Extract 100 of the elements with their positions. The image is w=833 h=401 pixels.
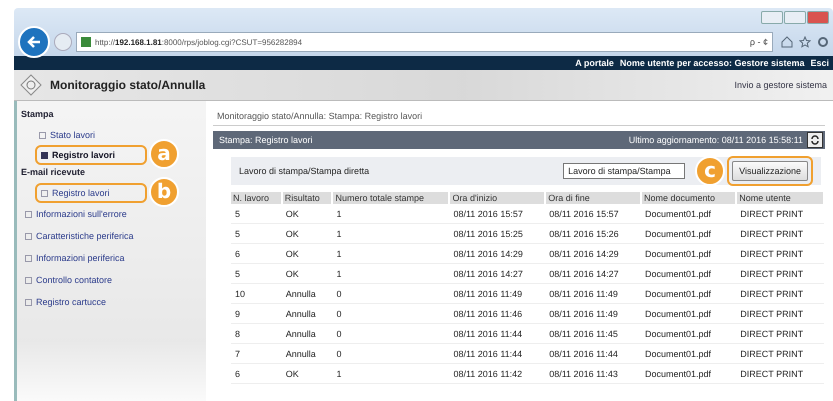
table-cell: DIRECT PRINT: [736, 364, 824, 384]
star-icon[interactable]: [799, 36, 811, 48]
table-cell: DIRECT PRINT: [736, 284, 824, 304]
table-cell: Document01.pdf: [640, 244, 736, 264]
table-cell: 0: [332, 324, 450, 344]
sidebar-item[interactable]: Informazioni sull'errore: [21, 206, 131, 222]
table-cell: 08/11 2016 11:44: [449, 344, 546, 364]
table-cell: DIRECT PRINT: [736, 344, 824, 364]
table-cell: Document01.pdf: [640, 224, 736, 244]
sidebar-section-title: E-mail ricevute: [21, 167, 86, 177]
table-cell: OK: [282, 204, 332, 224]
table-cell: 08/11 2016 14:29: [449, 244, 546, 264]
sidebar-section-title: Stampa: [21, 109, 55, 119]
sidebar-item[interactable]: Registro cartucce: [21, 294, 110, 310]
view-button[interactable]: Visualizzazione: [732, 161, 808, 181]
sidebar-item[interactable]: Caratteristiche periferica: [21, 228, 138, 244]
table-cell: DIRECT PRINT: [736, 204, 824, 224]
column-header: N. lavoro: [231, 192, 282, 204]
table-cell: Document01.pdf: [640, 364, 736, 384]
table-cell: 08/11 2016 11:45: [545, 324, 641, 344]
table-cell: 0: [332, 344, 450, 364]
table-cell: 8: [231, 324, 282, 344]
table-cell: DIRECT PRINT: [736, 304, 824, 324]
left-arrow-icon: [26, 34, 42, 50]
callout-badge: a: [149, 139, 179, 169]
top-bar-link[interactable]: Nome utente per accesso: Gestore sistema: [620, 58, 804, 68]
table-cell: 1: [332, 364, 450, 384]
table-cell: OK: [282, 244, 332, 264]
table-cell: OK: [282, 264, 332, 284]
sidebar-item[interactable]: Informazioni periferica: [21, 250, 129, 266]
bullet-icon: [25, 254, 32, 262]
table-cell: DIRECT PRINT: [736, 324, 824, 344]
table-cell: 08/11 2016 14:29: [545, 244, 641, 264]
search-refresh-text[interactable]: ρ - ¢: [750, 37, 768, 47]
sidebar-item[interactable]: Registro lavori: [35, 183, 147, 203]
home-icon[interactable]: [781, 36, 793, 48]
table-cell: 10: [231, 284, 282, 304]
table-cell: 08/11 2016 15:25: [449, 224, 546, 244]
table-cell: 5: [231, 224, 282, 244]
bullet-icon: [41, 190, 48, 196]
bullet-icon: [25, 210, 32, 218]
table-cell: 5: [231, 204, 282, 224]
diamond-logo-icon: [20, 74, 42, 96]
table-cell: 08/11 2016 14:27: [545, 264, 641, 284]
table-cell: 6: [231, 364, 282, 384]
table-cell: Document01.pdf: [640, 284, 736, 304]
table-cell: 08/11 2016 11:44: [545, 344, 641, 364]
table-cell: 1: [332, 224, 450, 244]
address-bar[interactable]: http://192.168.1.81:8000/rps/joblog.cgi?CSUT=956282894 ρ - ¢: [76, 32, 773, 52]
table-cell: 08/11 2016 11:42: [449, 364, 546, 384]
table-cell: 08/11 2016 11:44: [449, 324, 546, 344]
column-header: Ora di fine: [545, 192, 641, 204]
table-cell: Document01.pdf: [640, 304, 736, 324]
panel-title: Stampa: Registro lavori: [219, 135, 313, 145]
table-cell: Annulla: [282, 344, 332, 364]
table-cell: 08/11 2016 11:49: [545, 304, 641, 324]
url-text: http://192.168.1.81:8000/rps/joblog.cgi?CSUT=956282894: [95, 38, 302, 46]
settings-icon[interactable]: [817, 36, 829, 48]
table-cell: 08/11 2016 11:49: [449, 284, 546, 304]
filter-label: Lavoro di stampa/Stampa diretta: [239, 166, 370, 176]
column-header: Nome utente: [736, 192, 824, 204]
bullet-icon: [25, 298, 32, 306]
table-cell: 08/11 2016 11:43: [545, 364, 641, 384]
bullet-icon: [41, 152, 48, 158]
table-cell: 0: [332, 284, 450, 304]
column-header: Nome documento: [640, 192, 736, 204]
top-bar-link[interactable]: Esci: [810, 58, 829, 68]
table-cell: Document01.pdf: [640, 204, 736, 224]
sidebar-item[interactable]: Controllo contatore: [21, 272, 116, 288]
table-cell: 7: [231, 344, 282, 364]
bullet-icon: [25, 276, 32, 284]
table-cell: Document01.pdf: [640, 344, 736, 364]
table-cell: DIRECT PRINT: [736, 224, 824, 244]
table-cell: 08/11 2016 15:57: [545, 204, 641, 224]
column-header: Ora d'inizio: [449, 192, 546, 204]
column-header: Numero totale stampe: [332, 192, 450, 204]
callout-badge: c: [695, 156, 725, 186]
table-cell: Document01.pdf: [640, 324, 736, 344]
refresh-button[interactable]: [807, 132, 823, 148]
bullet-icon: [39, 132, 46, 138]
table-cell: 08/11 2016 14:27: [449, 264, 546, 284]
site-icon: [81, 37, 91, 47]
table-cell: Annulla: [282, 284, 332, 304]
callout-badge: b: [149, 177, 179, 207]
table-cell: Annulla: [282, 324, 332, 344]
page-title: Monitoraggio stato/Annulla: [50, 78, 206, 92]
table-cell: 1: [332, 264, 450, 284]
table-cell: 08/11 2016 15:26: [545, 224, 641, 244]
column-header: Risultato: [282, 192, 332, 204]
last-updated-text: Ultimo aggiornamento: 08/11 2016 15:58:11: [628, 135, 803, 145]
back-button[interactable]: [18, 26, 50, 58]
job-type-dropdown[interactable]: Lavoro di stampa/Stampa: [563, 163, 686, 179]
table-cell: OK: [282, 364, 332, 384]
top-bar-link[interactable]: A portale: [575, 58, 614, 68]
sidebar-item[interactable]: Stato lavori: [35, 127, 100, 143]
table-cell: DIRECT PRINT: [736, 244, 824, 264]
sidebar-item[interactable]: Registro lavori: [35, 145, 147, 165]
refresh-icon: [810, 135, 820, 145]
admin-link[interactable]: Invio a gestore sistema: [734, 80, 827, 90]
table-cell: Document01.pdf: [640, 264, 736, 284]
